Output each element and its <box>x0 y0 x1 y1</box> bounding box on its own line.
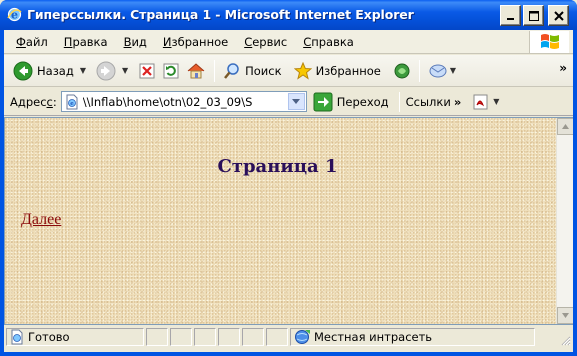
back-arrow-icon <box>13 61 33 80</box>
menu-file-label: айл <box>25 34 48 49</box>
browser-window: e Гиперссылки. Страница 1 - Microsoft In… <box>0 0 577 356</box>
toolbar-chevron[interactable]: » <box>559 61 567 75</box>
status-cell-5 <box>242 328 264 346</box>
mail-icon <box>429 64 447 77</box>
menu-help[interactable]: Справка <box>295 32 362 52</box>
scroll-up-button[interactable] <box>557 118 573 135</box>
links-toolbar[interactable]: Ссылки » <box>398 91 461 112</box>
toolbar-separator-2 <box>418 59 420 82</box>
scroll-down-button[interactable] <box>557 307 573 324</box>
arrow-up-icon <box>562 124 569 129</box>
media-button[interactable] <box>390 58 414 84</box>
status-cell-1 <box>146 328 168 346</box>
menu-help-label: правка <box>311 34 354 49</box>
address-dropdown-button[interactable] <box>287 93 305 110</box>
stop-button[interactable] <box>135 58 159 84</box>
menu-bar: Файл Правка Вид Избранное Сервис Справка <box>4 30 573 54</box>
chevron-down-icon <box>292 98 301 104</box>
address-value: \\Inflab\home\otn\02_03_09\S <box>82 94 253 109</box>
address-input[interactable]: e \\Inflab\home\otn\02_03_09\S <box>60 91 307 112</box>
status-text-cell: Готово <box>6 328 144 346</box>
pdf-icon <box>473 94 488 109</box>
close-icon <box>553 10 564 21</box>
status-cell-2 <box>170 328 192 346</box>
window-title: Гиперссылки. Страница 1 - Microsoft Inte… <box>27 7 414 22</box>
search-button[interactable]: Поиск <box>220 58 284 84</box>
maximize-button[interactable] <box>523 5 544 26</box>
menu-view-label: ид <box>131 34 147 49</box>
page-done-icon <box>11 329 23 345</box>
address-bar: Адресс: e \\Inflab\home\otn\02_03_09\S П… <box>4 88 573 116</box>
svg-text:e: e <box>70 101 74 107</box>
forward-button[interactable]: ▼ <box>93 58 131 84</box>
windows-logo <box>529 31 569 53</box>
acrobat-dropdown-icon[interactable]: ▼ <box>493 97 499 106</box>
page-content: Страница 1 Далее <box>4 117 573 325</box>
minimize-icon <box>506 17 514 20</box>
security-zone-cell: Местная интрасеть <box>290 328 535 346</box>
menu-favorites[interactable]: Избранное <box>155 32 236 52</box>
arrow-down-icon <box>562 313 569 318</box>
favorites-star-icon <box>293 61 312 80</box>
acrobat-button[interactable]: ▼ <box>469 89 502 115</box>
go-arrow-icon <box>313 92 333 111</box>
status-cell-6 <box>266 328 288 346</box>
maximize-icon <box>528 10 539 21</box>
go-label: Переход <box>336 94 389 109</box>
menu-view[interactable]: Вид <box>116 32 155 52</box>
address-label: Адресс: <box>10 95 57 109</box>
back-dropdown-icon[interactable]: ▼ <box>80 66 86 75</box>
page-icon: e <box>66 94 78 109</box>
forward-dropdown-icon[interactable]: ▼ <box>122 66 128 75</box>
windows-flag-icon <box>540 34 559 49</box>
zone-text: Местная интрасеть <box>314 330 433 344</box>
address-label-suffix: : <box>52 94 57 109</box>
menu-favorites-mnemonic: И <box>162 34 172 49</box>
menu-edit-label: равка <box>72 34 108 49</box>
search-icon <box>224 62 239 79</box>
menu-file[interactable]: Файл <box>8 32 56 52</box>
back-label: Назад <box>37 63 74 78</box>
media-icon <box>394 63 410 78</box>
toolbar-separator <box>214 59 216 82</box>
links-separator <box>398 91 400 112</box>
menu-tools-label: ервис <box>252 34 288 49</box>
next-link[interactable]: Далее <box>21 211 61 229</box>
mail-dropdown-icon[interactable]: ▼ <box>450 66 456 75</box>
search-label: Поиск <box>245 63 282 78</box>
status-cell-4 <box>218 328 240 346</box>
forward-arrow-icon <box>96 61 116 80</box>
close-button[interactable] <box>548 5 569 26</box>
status-bar: Готово Местная интрасеть <box>4 326 573 348</box>
menu-edit[interactable]: Правка <box>56 32 116 52</box>
browser-client: Файл Правка Вид Избранное Сервис Справка <box>4 30 573 352</box>
resize-grip-icon[interactable] <box>559 334 571 346</box>
page-heading: Страница 1 <box>217 156 338 177</box>
status-cell-3 <box>194 328 216 346</box>
title-bar[interactable]: e Гиперссылки. Страница 1 - Microsoft In… <box>0 0 577 30</box>
menu-tools[interactable]: Сервис <box>236 32 295 52</box>
favorites-button[interactable]: Избранное <box>291 58 384 84</box>
links-chevron[interactable]: » <box>454 95 461 109</box>
back-button[interactable]: Назад ▼ <box>10 58 89 84</box>
favorites-label: Избранное <box>315 63 381 78</box>
standard-toolbar: Назад ▼ ▼ Поиск Избранное ▼ » <box>4 55 573 87</box>
home-button[interactable] <box>183 58 209 84</box>
mail-button[interactable]: ▼ <box>425 58 459 84</box>
refresh-button[interactable] <box>159 58 183 84</box>
links-label: Ссылки <box>405 94 451 109</box>
stop-icon <box>139 63 155 78</box>
menu-favorites-label: збранное <box>171 34 229 49</box>
refresh-icon <box>163 63 179 78</box>
menu-file-mnemonic: Ф <box>16 34 26 49</box>
intranet-icon <box>295 330 310 344</box>
vertical-scrollbar[interactable] <box>556 118 573 324</box>
menu-help-mnemonic: С <box>303 34 312 49</box>
address-label-prefix: Адрес <box>10 94 47 109</box>
ie-logo-icon: e <box>7 7 22 22</box>
status-text: Готово <box>28 330 70 344</box>
home-icon <box>187 62 205 78</box>
minimize-button[interactable] <box>500 5 521 26</box>
go-button[interactable]: Переход <box>313 92 389 112</box>
